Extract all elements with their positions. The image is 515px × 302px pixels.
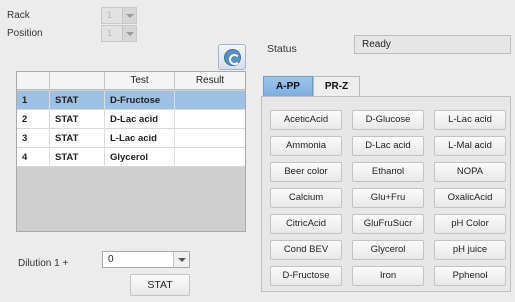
table-row[interactable]: 2 STAT D-Lac acid xyxy=(17,110,245,129)
test-button[interactable]: Calcium xyxy=(270,188,342,208)
tab-a-pp[interactable]: A-PP xyxy=(263,76,313,96)
test-button[interactable]: Beer color xyxy=(270,162,342,182)
table-header: Test Result xyxy=(17,72,245,90)
chevron-down-icon xyxy=(122,26,136,41)
table-row[interactable]: 1 STAT D-Fructose xyxy=(17,91,245,110)
test-button[interactable]: AceticAcid xyxy=(270,110,342,130)
row-test: Glycerol xyxy=(105,148,175,167)
test-button[interactable]: Glycerol xyxy=(352,240,424,260)
row-result xyxy=(175,148,245,167)
table-row[interactable]: 3 STAT L-Lac acid xyxy=(17,129,245,148)
table-row[interactable]: 4 STAT Glycerol xyxy=(17,148,245,167)
row-test: D-Fructose xyxy=(105,91,175,110)
row-type: STAT xyxy=(50,110,105,129)
test-button[interactable]: D-Fructose xyxy=(270,266,342,286)
refresh-icon xyxy=(224,49,241,66)
test-button[interactable]: Cond BEV xyxy=(270,240,342,260)
test-button[interactable]: GluFruSucr xyxy=(352,214,424,234)
row-result xyxy=(175,129,245,148)
column-header-result[interactable]: Result xyxy=(175,72,245,90)
test-panel: AceticAcid D-Glucose L-Lac acid Ammonia D-La… xyxy=(261,96,511,292)
test-button[interactable]: Ammonia xyxy=(270,136,342,156)
status-value: Ready xyxy=(362,39,391,50)
status-label: Status xyxy=(267,43,297,55)
test-button[interactable]: D-Glucose xyxy=(352,110,424,130)
chevron-down-icon[interactable] xyxy=(173,252,189,267)
row-number: 4 xyxy=(17,148,50,167)
tab-pr-z[interactable]: PR-Z xyxy=(313,76,360,96)
row-type: STAT xyxy=(50,148,105,167)
test-button[interactable]: Pphenol xyxy=(434,266,506,286)
sample-table: Test Result 1 STAT D-Fructose 2 STAT D-Lac ac… xyxy=(16,71,246,232)
test-button[interactable]: Iron xyxy=(352,266,424,286)
row-type: STAT xyxy=(50,129,105,148)
test-button[interactable]: Glu+Fru xyxy=(352,188,424,208)
test-button[interactable]: L-Mal acid xyxy=(434,136,506,156)
column-header[interactable] xyxy=(50,72,105,90)
rack-label: Rack xyxy=(7,10,30,21)
test-button[interactable]: L-Lac acid xyxy=(434,110,506,130)
dilution-select[interactable]: 0 xyxy=(102,251,190,268)
test-button[interactable]: pH Color xyxy=(434,214,506,234)
stat-button[interactable]: STAT xyxy=(130,274,190,296)
position-label: Position xyxy=(7,28,43,39)
row-number: 1 xyxy=(17,91,50,110)
row-test: L-Lac acid xyxy=(105,129,175,148)
test-button[interactable]: NOPA xyxy=(434,162,506,182)
chevron-down-icon xyxy=(122,8,136,23)
rack-value: 1 xyxy=(107,10,113,20)
row-test: D-Lac acid xyxy=(105,110,175,129)
test-button[interactable]: D-Lac acid xyxy=(352,136,424,156)
position-select: 1 xyxy=(101,25,137,42)
rack-select: 1 xyxy=(101,7,137,24)
row-number: 2 xyxy=(17,110,50,129)
test-button[interactable]: CitricAcid xyxy=(270,214,342,234)
row-type: STAT xyxy=(50,91,105,110)
test-button[interactable]: OxalicAcid xyxy=(434,188,506,208)
dilution-value: 0 xyxy=(108,254,114,265)
column-header-test[interactable]: Test xyxy=(105,72,175,90)
row-number: 3 xyxy=(17,129,50,148)
refresh-button[interactable] xyxy=(218,44,246,70)
row-result xyxy=(175,110,245,129)
row-result xyxy=(175,91,245,110)
status-field: Ready xyxy=(354,35,511,54)
dilution-label: Dilution 1 + xyxy=(18,258,69,269)
column-header[interactable] xyxy=(17,72,50,90)
test-button[interactable]: pH juice xyxy=(434,240,506,260)
position-value: 1 xyxy=(107,28,113,38)
test-button[interactable]: Ethanol xyxy=(352,162,424,182)
